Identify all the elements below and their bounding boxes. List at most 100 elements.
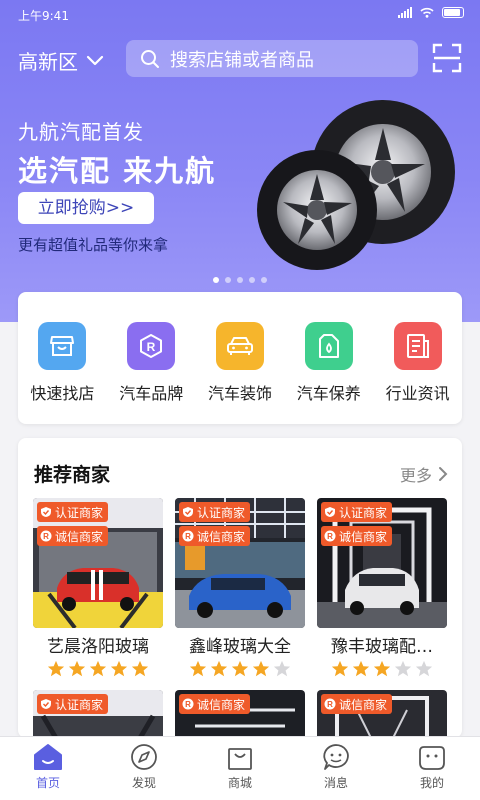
certified-badge: 认证商家: [321, 502, 393, 522]
shield-check-icon: [41, 699, 51, 709]
star-icon: [189, 660, 207, 677]
pagination-dot[interactable]: [213, 277, 219, 283]
badge-label: 诚信商家: [197, 697, 246, 712]
quick-link-car-brand[interactable]: R 汽车品牌: [107, 292, 196, 424]
pagination-dot[interactable]: [225, 277, 231, 283]
wifi-icon: [420, 7, 434, 18]
shield-check-icon: [183, 507, 193, 517]
tab-mall[interactable]: 商城: [192, 737, 288, 800]
svg-text:R: R: [327, 700, 333, 709]
trusted-badge: R 诚信商家: [179, 526, 251, 546]
badge-label: 诚信商家: [339, 529, 388, 544]
r-badge-icon: R: [182, 530, 194, 542]
pagination-dot[interactable]: [237, 277, 243, 283]
quick-link-label: 汽车品牌: [119, 384, 184, 403]
badge-label: 认证商家: [197, 505, 246, 520]
more-label: 更多: [399, 466, 432, 485]
store-icon: [38, 322, 87, 370]
trusted-badge: R 诚信商家: [321, 526, 393, 546]
car-icon: [215, 322, 264, 370]
r-badge-icon: R: [324, 698, 336, 710]
hero-banner[interactable]: 上午9:41 高新区 搜索店铺或者商品 九航汽配首发 选汽配 来九航 立即抢购>…: [0, 0, 480, 322]
svg-text:R: R: [327, 532, 333, 541]
bottom-tab-bar: 首页 发现 商城 消息 我的: [0, 736, 480, 800]
quick-link-label: 行业资讯: [385, 384, 450, 403]
star-empty-icon: [415, 660, 433, 677]
rating-stars: [317, 660, 447, 678]
star-icon: [110, 660, 128, 677]
r-badge-icon: R: [324, 530, 336, 542]
oil-icon: [304, 322, 353, 370]
shop-name: 鑫峰玻璃大全: [189, 637, 291, 657]
shop-image: 认证商家 R 诚信商家: [175, 498, 305, 628]
tab-label: 商城: [227, 776, 252, 790]
more-link[interactable]: 更多: [400, 462, 448, 486]
recommended-shops: 推荐商家 更多 认证商家 R 诚信商家 艺晨洛阳玻璃 认证商家 R 诚信商家 鑫…: [18, 438, 462, 738]
shop-card[interactable]: R 诚信商家: [175, 690, 305, 738]
tab-home[interactable]: 首页: [0, 737, 96, 800]
svg-text:R: R: [185, 532, 191, 541]
shop-card[interactable]: 认证商家: [33, 690, 163, 738]
certified-badge: 认证商家: [179, 502, 251, 522]
quick-link-label: 快速找店: [30, 384, 95, 403]
pagination-dot[interactable]: [249, 277, 255, 283]
tires-image: [257, 100, 455, 270]
badge-label: 认证商家: [55, 505, 104, 520]
shop-image: R 诚信商家: [317, 690, 447, 738]
rating-stars: [175, 660, 305, 678]
section-title: 推荐商家: [34, 464, 111, 486]
star-empty-icon: [394, 660, 412, 677]
buy-now-button[interactable]: 立即抢购>>: [18, 192, 154, 224]
badge-label: 诚信商家: [55, 529, 104, 544]
shop-image: 认证商家 R 诚信商家: [33, 498, 163, 628]
shop-card[interactable]: 认证商家 R 诚信商家 鑫峰玻璃大全: [175, 498, 305, 678]
r-badge-icon: R: [40, 530, 52, 542]
city-selector[interactable]: 高新区: [18, 46, 104, 75]
bag-icon: [228, 748, 252, 770]
shop-card[interactable]: 认证商家 R 诚信商家 豫丰玻璃配…: [317, 498, 447, 678]
tab-discover[interactable]: 发现: [96, 737, 192, 800]
banner-title: 选汽配 来九航: [18, 154, 217, 188]
trusted-badge: R 诚信商家: [321, 694, 393, 714]
shop-image: 认证商家 R 诚信商家: [317, 498, 447, 628]
message-icon: [323, 744, 349, 770]
tab-label: 首页: [35, 776, 60, 790]
tab-messages[interactable]: 消息: [288, 737, 384, 800]
star-icon: [373, 660, 391, 677]
star-icon: [131, 660, 149, 677]
star-icon: [331, 660, 349, 677]
badge-label: 诚信商家: [197, 529, 246, 544]
quick-link-label: 汽车保养: [296, 384, 361, 403]
banner-subtitle: 九航汽配首发: [18, 120, 144, 144]
battery-icon: [442, 7, 464, 18]
quick-link-industry-news[interactable]: 行业资讯: [373, 292, 462, 424]
badge-label: 认证商家: [55, 697, 104, 712]
news-icon: [393, 322, 442, 370]
tab-profile[interactable]: 我的: [384, 737, 480, 800]
badge-label: 诚信商家: [339, 697, 388, 712]
quick-link-label: 汽车装饰: [207, 384, 272, 403]
star-icon: [47, 660, 65, 677]
shop-card[interactable]: 认证商家 R 诚信商家 艺晨洛阳玻璃: [33, 498, 163, 678]
shop-card[interactable]: R 诚信商家: [317, 690, 447, 738]
shop-name: 艺晨洛阳玻璃: [47, 637, 149, 657]
quick-link-car-maintenance[interactable]: 汽车保养: [284, 292, 373, 424]
shop-name: 豫丰玻璃配…: [331, 637, 433, 657]
search-placeholder: 搜索店铺或者商品: [170, 49, 314, 71]
shop-image: R 诚信商家: [175, 690, 305, 738]
star-icon: [89, 660, 107, 677]
signal-icon: [398, 7, 412, 18]
chevron-down-icon: [86, 55, 104, 65]
pagination-dot[interactable]: [261, 277, 267, 283]
chevron-right-icon: [439, 467, 448, 481]
quick-link-find-store[interactable]: 快速找店: [18, 292, 107, 424]
svg-text:R: R: [185, 700, 191, 709]
certified-badge: 认证商家: [37, 502, 109, 522]
scan-icon[interactable]: [432, 43, 462, 73]
brand-icon: R: [127, 322, 176, 370]
search-input[interactable]: 搜索店铺或者商品: [126, 40, 418, 77]
star-empty-icon: [273, 660, 291, 677]
shop-image: 认证商家: [33, 690, 163, 738]
quick-links: 快速找店 R 汽车品牌 汽车装饰 汽车保养 行业资讯: [18, 292, 462, 424]
quick-link-car-decoration[interactable]: 汽车装饰: [196, 292, 285, 424]
